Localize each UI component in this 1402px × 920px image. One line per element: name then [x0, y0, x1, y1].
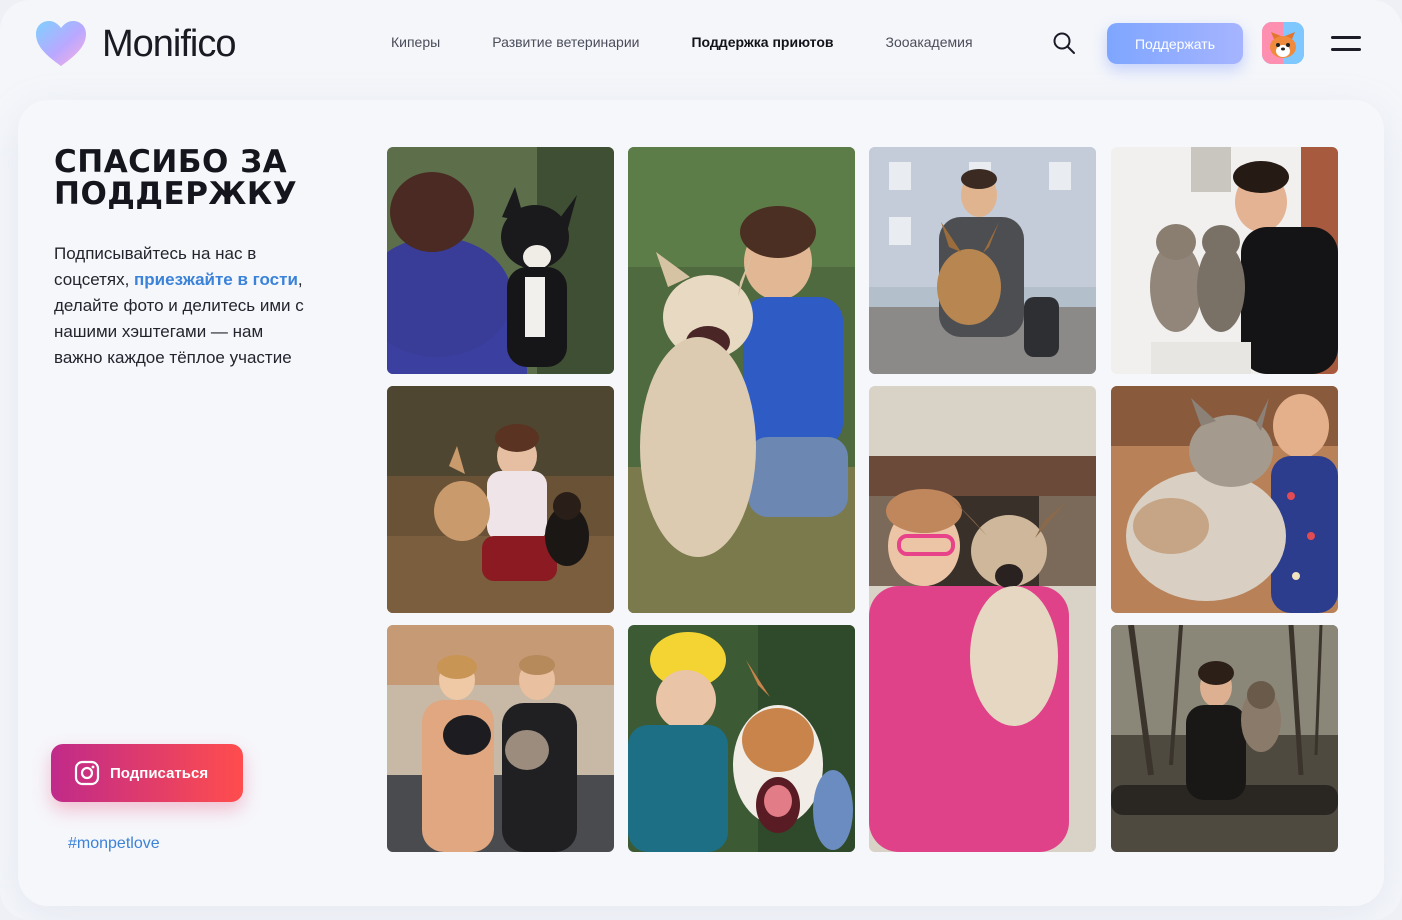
photo-image: [628, 147, 855, 613]
photo-image: [387, 625, 614, 852]
avatar[interactable]: [1262, 22, 1304, 64]
instagram-icon: [74, 760, 100, 786]
photo-man-two-cats[interactable]: [1111, 147, 1338, 374]
page: Monifico Киперы Развитие ветеринарии Под…: [0, 0, 1402, 920]
photo-woman-two-dogs[interactable]: [387, 386, 614, 613]
search-icon[interactable]: [1052, 31, 1076, 55]
photo-woman-forest-dog[interactable]: [1111, 625, 1338, 852]
photo-woman-smiling-dog[interactable]: [628, 147, 855, 613]
section-title: СПАСИБО ЗА ПОДДЕРЖКУ: [54, 146, 354, 210]
photo-image: [1111, 147, 1338, 374]
photo-image: [1111, 625, 1338, 852]
visit-link[interactable]: приезжайте в гости: [134, 270, 298, 289]
photo-image: [869, 147, 1096, 374]
photo-image: [869, 386, 1096, 852]
menu-icon[interactable]: [1331, 34, 1361, 54]
section-title-line2: ПОДДЕРЖКУ: [54, 176, 298, 212]
logo[interactable]: Monifico: [34, 20, 236, 68]
nav-item-zooacademy[interactable]: Зооакадемия: [886, 34, 973, 50]
section-description: Подписывайтесь на нас в соцсетях, приезж…: [54, 241, 304, 371]
nav-item-keepers[interactable]: Киперы: [391, 34, 440, 50]
support-button[interactable]: Поддержать: [1107, 23, 1243, 64]
subscribe-label: Подписаться: [110, 764, 209, 782]
main-nav: Киперы Развитие ветеринарии Поддержка пр…: [391, 34, 1025, 50]
photo-woman-black-puppy[interactable]: [387, 147, 614, 374]
section-title-line1: СПАСИБО ЗА: [54, 144, 288, 180]
photo-image: [387, 147, 614, 374]
nav-item-shelter-support[interactable]: Поддержка приютов: [691, 34, 833, 50]
header: Monifico Киперы Развитие ветеринарии Под…: [0, 0, 1402, 90]
photo-woman-yellow-hat-dog[interactable]: [628, 625, 855, 852]
photo-girl-pink-puppy[interactable]: [869, 386, 1096, 852]
corgi-avatar-icon: [1262, 22, 1304, 64]
subscribe-button[interactable]: Подписаться: [51, 744, 243, 802]
photo-couple-cats[interactable]: [387, 625, 614, 852]
photo-woman-hugging-cat[interactable]: [1111, 386, 1338, 613]
heart-logo-icon: [36, 21, 86, 66]
brand-name: Monifico: [102, 22, 236, 65]
nav-item-vet-development[interactable]: Развитие ветеринарии: [492, 34, 639, 50]
photo-image: [387, 386, 614, 613]
photo-image: [1111, 386, 1338, 613]
photo-image: [628, 625, 855, 852]
photo-man-puppy[interactable]: [869, 147, 1096, 374]
hashtag-link[interactable]: #monpetlove: [68, 835, 160, 853]
